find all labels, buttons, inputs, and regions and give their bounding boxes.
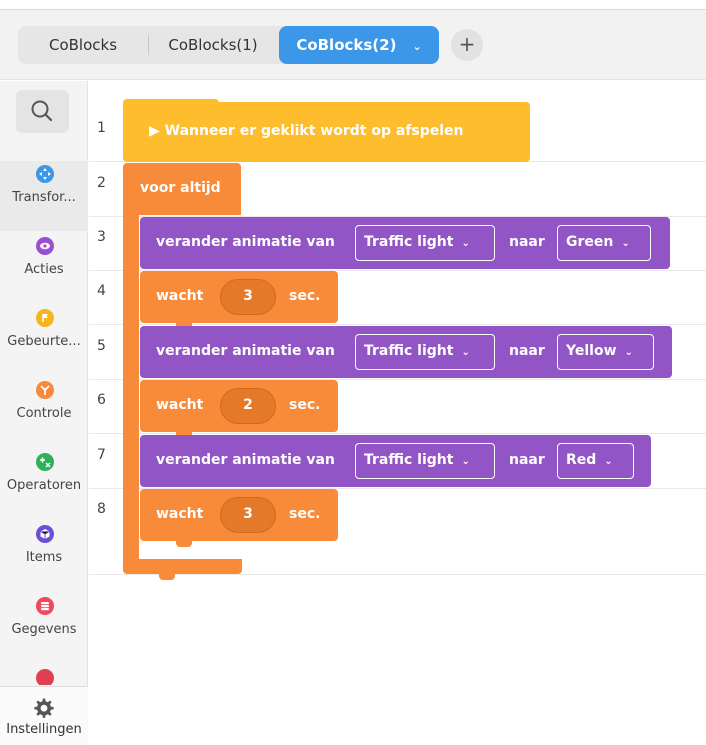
search-icon: [31, 100, 53, 122]
chevron-down-icon: ⌄: [621, 238, 630, 249]
dropdown-value: Traffic light: [364, 234, 454, 250]
forever-block-arm: [123, 211, 139, 571]
tab-coblocks-2[interactable]: CoBlocks(2) ⌄: [279, 26, 439, 64]
line-number: 4: [97, 283, 106, 299]
line-number: 5: [97, 338, 106, 354]
tab-bar: CoBlocks CoBlocks(1) CoBlocks(2) ⌄ +: [0, 0, 706, 80]
tab-coblocks[interactable]: CoBlocks: [18, 26, 148, 64]
category-events[interactable]: Gebeurte...: [0, 305, 88, 375]
change-animation-block[interactable]: verander animatie van Traffic light ⌄ naa…: [140, 326, 672, 378]
category-items[interactable]: Items: [0, 521, 88, 591]
chevron-down-icon: ⌄: [604, 456, 613, 467]
tab-coblocks-1[interactable]: CoBlocks(1): [149, 26, 277, 64]
wait-seconds-input[interactable]: 2: [220, 388, 276, 424]
chevron-down-icon[interactable]: ⌄: [412, 40, 421, 53]
chevron-down-icon: ⌄: [461, 456, 470, 467]
category-label: Controle: [16, 406, 72, 421]
gear-icon: [34, 698, 54, 718]
category-label: Transfor...: [12, 190, 76, 205]
branch-icon: [36, 381, 54, 399]
animation-dropdown[interactable]: Yellow ⌄: [557, 334, 654, 370]
block-label: verander animatie van: [156, 234, 335, 250]
block-label: verander animatie van: [156, 343, 335, 359]
eye-icon: [36, 237, 54, 255]
to-label: naar: [509, 452, 545, 468]
forever-block-footer: [123, 559, 242, 574]
event-block[interactable]: ▶ Wanneer er geklikt wordt op afspelen: [123, 99, 530, 162]
window-top-edge: [0, 0, 706, 10]
cube-icon: [36, 525, 54, 543]
wait-block[interactable]: wacht 3 sec.: [140, 489, 338, 541]
partial-category-icon: [36, 669, 54, 685]
wait-label: wacht: [156, 506, 204, 522]
code-editor[interactable]: 1 2 3 4 5 6 7 8 ▶ Wanneer er geklikt wor…: [89, 81, 706, 745]
flag-icon: [36, 309, 54, 327]
category-label: Gegevens: [11, 622, 77, 637]
search-button[interactable]: [16, 90, 69, 133]
tab-label: CoBlocks(2): [296, 36, 397, 54]
dropdown-value: Red: [566, 452, 597, 468]
category-more[interactable]: [0, 665, 88, 685]
category-control[interactable]: Controle: [0, 377, 88, 447]
category-label: Gebeurte...: [7, 334, 81, 349]
change-animation-block[interactable]: verander animatie van Traffic light ⌄ naa…: [140, 217, 670, 269]
line-number: 7: [97, 447, 106, 463]
category-label: Acties: [24, 262, 64, 277]
category-label: Operatoren: [6, 478, 82, 493]
settings-button[interactable]: Instellingen: [0, 686, 88, 745]
wait-block[interactable]: wacht 3 sec.: [140, 271, 338, 323]
move-icon: [36, 165, 54, 183]
chevron-down-icon: ⌄: [461, 238, 470, 249]
forever-block[interactable]: voor altijd: [123, 163, 241, 215]
settings-label: Instellingen: [6, 722, 82, 737]
to-label: naar: [509, 343, 545, 359]
block-notch: [176, 541, 192, 547]
database-icon: [36, 597, 54, 615]
chevron-down-icon: ⌄: [461, 347, 470, 358]
wait-unit: sec.: [289, 397, 321, 413]
wait-block[interactable]: wacht 2 sec.: [140, 380, 338, 432]
line-number: 1: [97, 120, 106, 136]
block-label: verander animatie van: [156, 452, 335, 468]
object-dropdown[interactable]: Traffic light ⌄: [355, 225, 495, 261]
line-number: 3: [97, 229, 106, 245]
animation-dropdown[interactable]: Green ⌄: [557, 225, 651, 261]
category-operators[interactable]: Operatoren: [0, 449, 88, 519]
wait-unit: sec.: [289, 506, 321, 522]
forever-block-label: voor altijd: [140, 180, 221, 196]
dropdown-value: Traffic light: [364, 452, 454, 468]
line-number: 6: [97, 392, 106, 408]
wait-seconds-input[interactable]: 3: [220, 497, 276, 533]
tab-group: CoBlocks CoBlocks(1) CoBlocks(2) ⌄: [18, 26, 439, 64]
operator-icon: [36, 453, 54, 471]
forever-block-notch: [159, 574, 175, 580]
object-dropdown[interactable]: Traffic light ⌄: [355, 443, 495, 479]
chevron-down-icon: ⌄: [624, 347, 633, 358]
wait-unit: sec.: [289, 288, 321, 304]
wait-label: wacht: [156, 288, 204, 304]
dropdown-value: Yellow: [566, 343, 617, 359]
wait-label: wacht: [156, 397, 204, 413]
event-block-label: ▶ Wanneer er geklikt wordt op afspelen: [149, 123, 464, 139]
wait-seconds-input[interactable]: 3: [220, 279, 276, 315]
add-tab-button[interactable]: +: [451, 29, 483, 61]
dropdown-value: Green: [566, 234, 614, 250]
category-transform[interactable]: Transfor...: [0, 161, 88, 231]
object-dropdown[interactable]: Traffic light ⌄: [355, 334, 495, 370]
category-sidebar: Transfor... Acties Gebeurte... Controle …: [0, 81, 88, 745]
category-data[interactable]: Gegevens: [0, 593, 88, 663]
category-label: Items: [25, 550, 63, 565]
category-actions[interactable]: Acties: [0, 233, 88, 303]
line-number: 2: [97, 175, 106, 191]
to-label: naar: [509, 234, 545, 250]
line-number: 8: [97, 501, 106, 517]
change-animation-block[interactable]: verander animatie van Traffic light ⌄ naa…: [140, 435, 651, 487]
dropdown-value: Traffic light: [364, 343, 454, 359]
animation-dropdown[interactable]: Red ⌄: [557, 443, 634, 479]
